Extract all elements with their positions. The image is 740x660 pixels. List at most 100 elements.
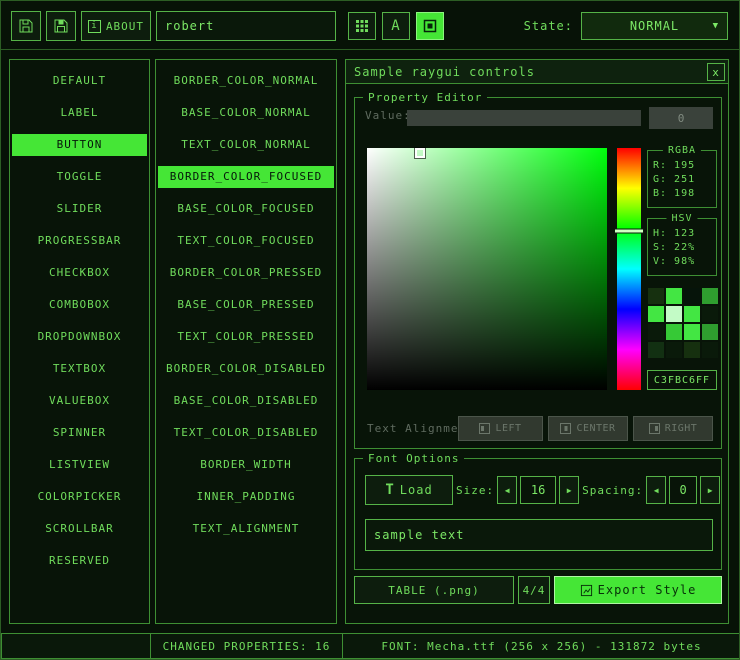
align-right-button[interactable]: RIGHT [633,416,713,441]
sample-text-input[interactable] [365,519,713,551]
property-list-item[interactable]: BASE_COLOR_FOCUSED [158,198,334,220]
palette-swatch[interactable] [648,324,664,340]
left-arrow-icon: ◀ [505,486,510,495]
control-list-item[interactable]: SCROLLBAR [12,518,147,540]
spacing-increase-button[interactable]: ▶ [700,476,720,504]
state-label: State: [499,11,573,41]
property-list-item[interactable]: TEXT_ALIGNMENT [158,518,334,540]
palette-swatch[interactable] [666,306,682,322]
palette-swatch[interactable] [702,342,718,358]
size-value-box[interactable]: 16 [520,476,556,504]
hex-color-input[interactable]: C3FBC6FF [647,370,717,390]
control-list-item[interactable]: CHECKBOX [12,262,147,284]
property-list-item[interactable]: BASE_COLOR_NORMAL [158,102,334,124]
property-list-item[interactable]: TEXT_COLOR_DISABLED [158,422,334,444]
export-format-dropdown[interactable]: TABLE (.png) [354,576,514,604]
property-list-item[interactable]: TEXT_COLOR_PRESSED [158,326,334,348]
palette-swatch[interactable] [684,288,700,304]
control-list-item[interactable]: COMBOBOX [12,294,147,316]
sv-cursor[interactable] [415,148,425,158]
palette-swatch[interactable] [684,324,700,340]
font-options-title: Font Options [363,451,464,466]
export-count-box: 4/4 [518,576,550,604]
property-list-item[interactable]: TEXT_COLOR_FOCUSED [158,230,334,252]
font-view-button[interactable]: A [382,12,410,40]
font-t-icon: T [385,482,394,498]
size-increase-button[interactable]: ▶ [559,476,579,504]
state-value: NORMAL [630,19,679,33]
property-list-item[interactable]: TEXT_COLOR_NORMAL [158,134,334,156]
export-style-button[interactable]: Export Style [554,576,722,604]
property-list-item-selected[interactable]: BORDER_COLOR_FOCUSED [158,166,334,188]
palette-swatch[interactable] [648,342,664,358]
image-icon [423,19,437,33]
palette-swatch[interactable] [648,288,664,304]
control-list-item[interactable]: LISTVIEW [12,454,147,476]
align-center-icon [560,423,571,434]
style-name-input[interactable] [156,11,336,41]
size-value: 16 [531,483,545,497]
palette-swatch[interactable] [702,324,718,340]
state-dropdown[interactable]: NORMAL ▼ [581,12,728,40]
font-load-button[interactable]: T Load [365,475,453,505]
saturation-value-panel[interactable] [367,148,607,390]
info-icon: i [88,20,101,33]
property-editor-title: Property Editor [363,90,487,105]
control-list-item[interactable]: TOGGLE [12,166,147,188]
property-list-item[interactable]: BORDER_COLOR_DISABLED [158,358,334,380]
control-list-item[interactable]: SPINNER [12,422,147,444]
palette-swatch[interactable] [702,306,718,322]
control-list-item[interactable]: LABEL [12,102,147,124]
changed-properties-text: CHANGED PROPERTIES: 16 [163,640,331,653]
control-list-item-selected[interactable]: BUTTON [12,134,147,156]
property-list-item[interactable]: INNER_PADDING [158,486,334,508]
control-list-item[interactable]: TEXTBOX [12,358,147,380]
about-button[interactable]: i ABOUT [81,11,151,41]
align-center-label: CENTER [576,423,615,434]
palette-swatch[interactable] [684,306,700,322]
palette-swatch[interactable] [666,324,682,340]
control-list-item[interactable]: COLORPICKER [12,486,147,508]
control-list-item[interactable]: DEFAULT [12,70,147,92]
close-button[interactable]: x [707,63,725,81]
palette-swatch[interactable] [666,288,682,304]
property-list-item[interactable]: BORDER_COLOR_NORMAL [158,70,334,92]
window-titlebar[interactable]: Sample raygui controls x [346,60,728,84]
font-options-group: Font Options T Load Size: ◀ 16 ▶ Spacing… [354,458,722,570]
value-box[interactable]: 0 [649,107,713,129]
value-slider[interactable] [407,110,641,126]
load-style-button[interactable] [11,11,41,41]
palette-swatch[interactable] [666,342,682,358]
property-list-item[interactable]: BASE_COLOR_PRESSED [158,294,334,316]
hue-cursor[interactable] [614,228,644,233]
control-list-item[interactable]: SLIDER [12,198,147,220]
control-list-item[interactable]: DROPDOWNBOX [12,326,147,348]
align-center-button[interactable]: CENTER [548,416,628,441]
property-list-item[interactable]: BORDER_WIDTH [158,454,334,476]
save-file-icon [53,18,69,34]
changed-properties-status: CHANGED PROPERTIES: 16 [150,633,343,659]
palette-swatch[interactable] [648,306,664,322]
property-list-item[interactable]: BASE_COLOR_DISABLED [158,390,334,412]
size-label: Size: [456,484,494,497]
value-text: 0 [678,112,685,125]
grid-view-button[interactable] [348,12,376,40]
spacing-value-box[interactable]: 0 [669,476,697,504]
save-style-button[interactable] [46,11,76,41]
spacing-value: 0 [679,483,686,497]
properties-list: BORDER_COLOR_NORMAL BASE_COLOR_NORMAL TE… [155,59,337,624]
hue-slider[interactable] [617,148,641,390]
size-decrease-button[interactable]: ◀ [497,476,517,504]
control-list-item[interactable]: RESERVED [12,550,147,572]
palette-swatch[interactable] [684,342,700,358]
property-list-item[interactable]: BORDER_COLOR_PRESSED [158,262,334,284]
control-list-item[interactable]: VALUEBOX [12,390,147,412]
font-controls-row: T Load Size: ◀ 16 ▶ Spacing: ◀ 0 [365,475,713,505]
control-list-item[interactable]: PROGRESSBAR [12,230,147,252]
spacing-decrease-button[interactable]: ◀ [646,476,666,504]
hsv-h-value: H: 123 [648,227,716,241]
palette-swatch[interactable] [702,288,718,304]
sample-controls-window: Sample raygui controls x Property Editor… [345,59,729,624]
table-image-view-button[interactable] [416,12,444,40]
align-left-button[interactable]: LEFT [458,416,543,441]
